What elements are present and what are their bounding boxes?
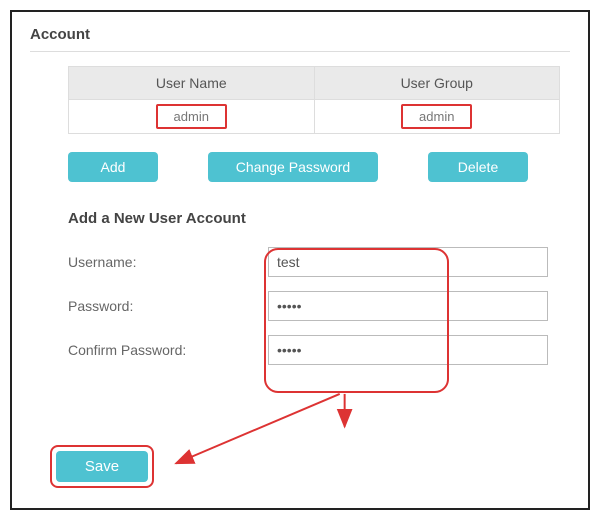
change-password-button[interactable]: Change Password bbox=[208, 152, 378, 182]
username-input[interactable] bbox=[268, 247, 548, 277]
form-title: Add a New User Account bbox=[68, 210, 560, 227]
highlight-username: admin bbox=[156, 104, 227, 129]
row-username: Username: bbox=[68, 247, 560, 277]
confirm-password-input[interactable] bbox=[268, 335, 548, 365]
account-panel: Account User Name User Group admin admin bbox=[10, 10, 590, 510]
table-row[interactable]: admin admin bbox=[69, 100, 560, 134]
password-label: Password: bbox=[68, 298, 268, 314]
save-button[interactable]: Save bbox=[56, 451, 148, 482]
save-area: Save bbox=[50, 445, 154, 488]
col-usergroup-header: User Group bbox=[314, 67, 560, 100]
highlight-usergroup: admin bbox=[401, 104, 472, 129]
save-highlight: Save bbox=[50, 445, 154, 488]
page-title: Account bbox=[30, 26, 570, 43]
row-confirm-password: Confirm Password: bbox=[68, 335, 560, 365]
user-table: User Name User Group admin admin bbox=[68, 66, 560, 134]
content-area: User Name User Group admin admin Add Cha… bbox=[30, 66, 570, 365]
cell-username: admin bbox=[69, 100, 315, 134]
password-input[interactable] bbox=[268, 291, 548, 321]
row-password: Password: bbox=[68, 291, 560, 321]
divider bbox=[30, 51, 570, 52]
confirm-password-label: Confirm Password: bbox=[68, 342, 268, 358]
col-username-header: User Name bbox=[69, 67, 315, 100]
cell-usergroup: admin bbox=[314, 100, 560, 134]
username-label: Username: bbox=[68, 254, 268, 270]
button-row: Add Change Password Delete bbox=[68, 152, 560, 182]
add-button[interactable]: Add bbox=[68, 152, 158, 182]
delete-button[interactable]: Delete bbox=[428, 152, 528, 182]
